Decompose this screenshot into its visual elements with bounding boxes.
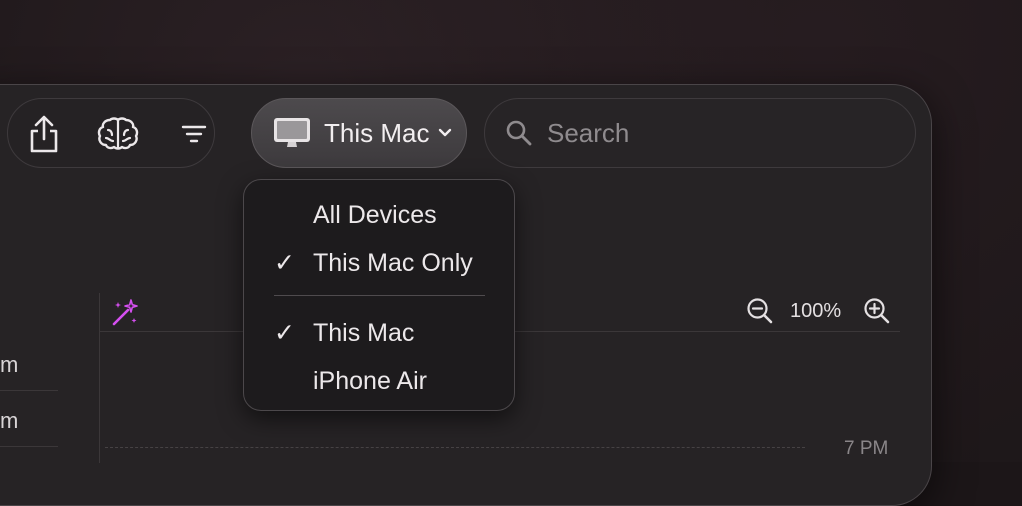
magic-wand-icon — [112, 299, 138, 326]
menu-item-this-mac-only[interactable]: ✓ This Mac Only — [244, 242, 514, 282]
filter-icon — [181, 125, 207, 143]
timeline-hour-gridline — [105, 447, 805, 448]
zoom-in-button[interactable] — [863, 297, 891, 325]
search-input[interactable]: Search — [484, 98, 916, 168]
menu-item-iphone-air[interactable]: iPhone Air — [244, 360, 514, 400]
sidebar-row-text: m — [0, 408, 19, 433]
device-selector-label: This Mac — [324, 117, 430, 148]
device-dropdown-menu: All Devices ✓ This Mac Only ✓ This Mac i… — [243, 179, 515, 411]
share-button[interactable] — [14, 99, 74, 169]
brain-icon — [97, 117, 139, 150]
device-selector-button[interactable]: This Mac — [251, 98, 467, 168]
search-icon — [506, 120, 532, 146]
sidebar-row-text: m — [0, 352, 19, 377]
search-placeholder: Search — [547, 117, 630, 148]
menu-item-all-devices[interactable]: All Devices — [244, 194, 514, 234]
filter-button[interactable] — [164, 99, 224, 169]
menu-item-label: This Mac — [313, 319, 415, 347]
insights-button[interactable] — [88, 99, 148, 169]
menu-item-label: This Mac Only — [313, 249, 473, 277]
menu-item-this-mac[interactable]: ✓ This Mac — [244, 312, 514, 352]
menu-item-label: All Devices — [313, 201, 437, 229]
monitor-icon — [274, 118, 310, 147]
zoom-in-icon — [864, 298, 890, 324]
chevron-down-icon — [439, 128, 452, 137]
checkmark-icon: ✓ — [274, 319, 295, 347]
magic-wand-button[interactable] — [110, 298, 140, 333]
zoom-level: 100% — [790, 300, 842, 322]
share-icon — [30, 115, 58, 153]
toolbar-button-group — [7, 98, 215, 168]
zoom-out-button[interactable] — [746, 297, 774, 325]
timeline-left-border — [99, 293, 100, 463]
timeline-time-label: 7 PM — [844, 438, 889, 459]
checkmark-icon: ✓ — [274, 249, 295, 277]
menu-separator — [274, 295, 485, 296]
zoom-out-icon — [747, 298, 773, 324]
menu-item-label: iPhone Air — [313, 367, 427, 395]
sidebar-row-divider — [0, 446, 58, 447]
sidebar-row-divider — [0, 390, 58, 391]
